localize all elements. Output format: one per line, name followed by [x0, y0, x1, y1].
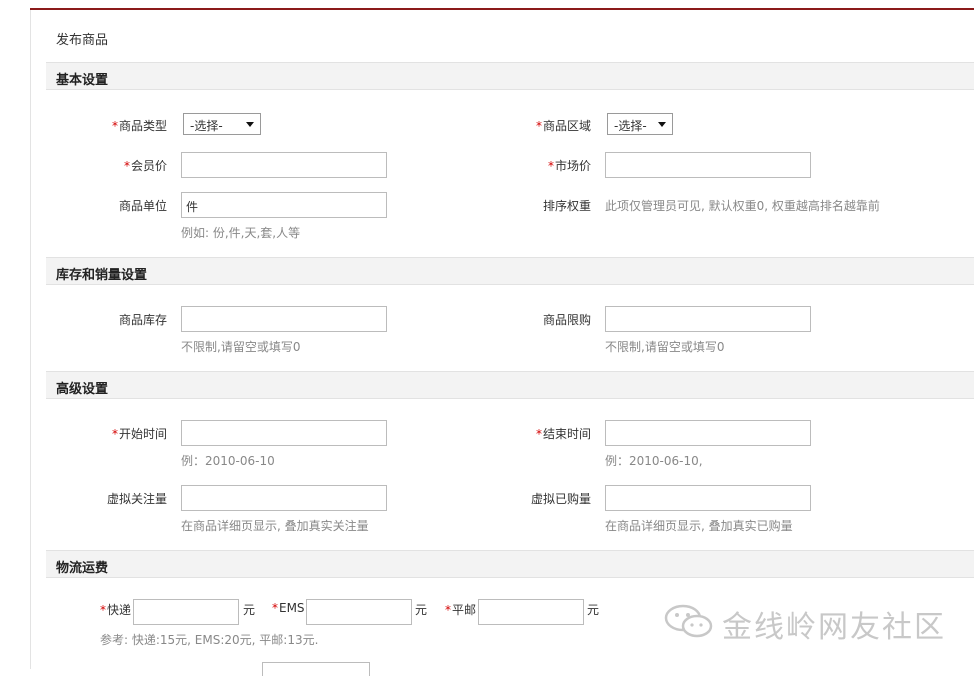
- product-region-label: *商品区域: [535, 119, 591, 133]
- wechat-icon: [664, 604, 713, 638]
- section-basic-header: 基本设置: [46, 62, 974, 90]
- ems-fee-unit: 元: [415, 603, 428, 617]
- sort-weight-hint: 此项仅管理员可见, 默认权重0, 权重越高排名越靠前: [605, 199, 880, 213]
- virtual-follow-input[interactable]: [181, 485, 387, 511]
- chevron-down-icon: [658, 122, 666, 127]
- sort-weight-label: 排序权重: [542, 199, 591, 213]
- chevron-down-icon: [246, 122, 254, 127]
- section-stock-title: 库存和销量设置: [56, 268, 148, 283]
- stock-label: 商品库存: [118, 313, 167, 327]
- watermark-text: 金线岭网友社区: [722, 610, 946, 645]
- market-price-label: *市场价: [547, 159, 591, 173]
- bottom-cutoff-input[interactable]: [262, 662, 370, 676]
- member-price-label: *会员价: [123, 159, 167, 173]
- start-time-hint: 例：2010-06-10: [181, 454, 275, 468]
- top-border: [30, 8, 974, 10]
- post-fee-label: *平邮: [445, 603, 477, 617]
- product-type-select[interactable]: -选择-: [183, 113, 261, 135]
- section-basic-title: 基本设置: [56, 73, 109, 88]
- member-price-input[interactable]: [181, 152, 387, 178]
- page-title: 发布商品: [56, 33, 109, 48]
- ems-fee-input[interactable]: [306, 599, 412, 625]
- product-unit-hint: 例如: 份,件,天,套,人等: [181, 226, 301, 240]
- product-region-value: -选择-: [614, 119, 647, 133]
- express-fee-input[interactable]: [133, 599, 239, 625]
- product-type-value: -选择-: [190, 119, 223, 133]
- product-type-label: *商品类型: [111, 119, 167, 133]
- purchase-limit-label: 商品限购: [542, 313, 591, 327]
- watermark: 金线岭网友社区: [664, 600, 954, 645]
- post-fee-input[interactable]: [478, 599, 584, 625]
- virtual-follow-label: 虚拟关注量: [106, 492, 167, 506]
- end-time-hint: 例：2010-06-10,: [605, 454, 703, 468]
- market-price-input[interactable]: [605, 152, 811, 178]
- virtual-follow-hint: 在商品详细页显示, 叠加真实关注量: [181, 519, 369, 533]
- shipping-hint: 参考: 快递:15元, EMS:20元, 平邮:13元.: [100, 633, 319, 647]
- purchase-limit-input[interactable]: [605, 306, 811, 332]
- virtual-bought-input[interactable]: [605, 485, 811, 511]
- stock-input[interactable]: [181, 306, 387, 332]
- product-region-select[interactable]: -选择-: [607, 113, 673, 135]
- express-fee-label: *快递: [100, 603, 132, 617]
- virtual-bought-hint: 在商品详细页显示, 叠加真实已购量: [605, 519, 793, 533]
- end-time-input[interactable]: [605, 420, 811, 446]
- stock-hint: 不限制,请留空或填写0: [181, 340, 301, 354]
- express-fee-unit: 元: [243, 603, 256, 617]
- left-border: [30, 10, 31, 669]
- section-advanced-header: 高级设置: [46, 371, 974, 399]
- product-unit-input[interactable]: 件: [181, 192, 387, 218]
- virtual-bought-label: 虚拟已购量: [530, 492, 591, 506]
- section-shipping-header: 物流运费: [46, 550, 974, 578]
- section-stock-header: 库存和销量设置: [46, 257, 974, 285]
- end-time-label: *结束时间: [535, 427, 591, 441]
- section-shipping-title: 物流运费: [56, 561, 109, 576]
- start-time-label: *开始时间: [111, 427, 167, 441]
- section-advanced-title: 高级设置: [56, 382, 109, 397]
- ems-fee-label: *EMS: [272, 601, 305, 615]
- post-fee-unit: 元: [587, 603, 600, 617]
- purchase-limit-hint: 不限制,请留空或填写0: [605, 340, 725, 354]
- product-unit-label: 商品单位: [118, 199, 167, 213]
- start-time-input[interactable]: [181, 420, 387, 446]
